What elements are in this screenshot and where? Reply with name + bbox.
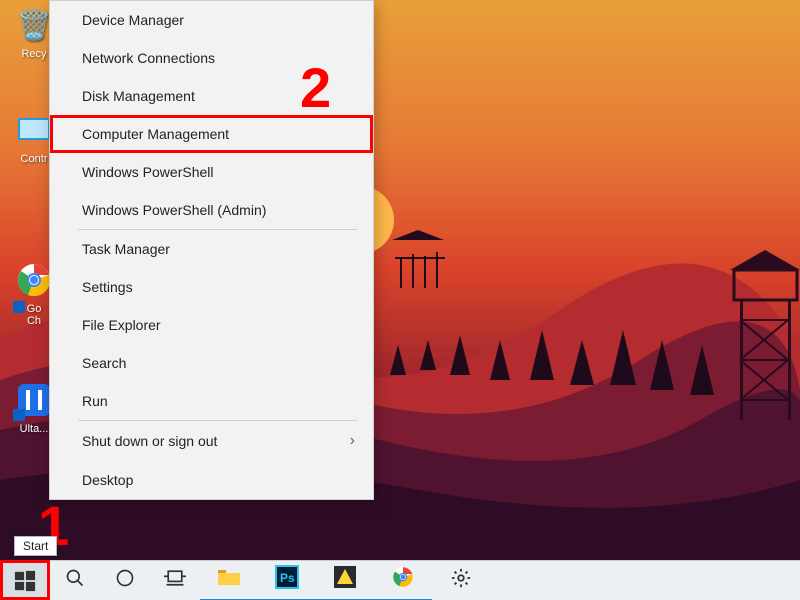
taskbar-sticky-notes[interactable] xyxy=(316,561,374,600)
taskbar-file-explorer[interactable] xyxy=(200,561,258,600)
start-button[interactable] xyxy=(0,561,50,600)
file-explorer-icon xyxy=(217,567,241,593)
menu-item-label: Computer Management xyxy=(82,126,229,142)
annotation-callout-2: 2 xyxy=(300,55,331,120)
menu-item-label: Shut down or sign out xyxy=(82,433,217,449)
menu-item-label: Run xyxy=(82,393,108,409)
menu-item-shutdown[interactable]: Shut down or sign out › xyxy=(50,421,373,461)
menu-item-file-explorer[interactable]: File Explorer xyxy=(50,306,373,344)
menu-item-device-manager[interactable]: Device Manager xyxy=(50,1,373,39)
chrome-icon xyxy=(392,566,414,594)
taskbar: Ps xyxy=(0,560,800,600)
chrome-icon xyxy=(14,260,54,300)
menu-item-settings[interactable]: Settings xyxy=(50,268,373,306)
menu-item-label: Task Manager xyxy=(82,241,170,257)
search-icon xyxy=(65,568,85,594)
menu-item-powershell-admin[interactable]: Windows PowerShell (Admin) xyxy=(50,191,373,229)
notes-icon xyxy=(334,566,356,594)
chevron-right-icon: › xyxy=(350,432,355,450)
menu-item-label: Disk Management xyxy=(82,88,195,104)
recycle-bin-icon: 🗑️ xyxy=(14,5,54,45)
menu-item-label: Network Connections xyxy=(82,50,215,66)
menu-item-label: File Explorer xyxy=(82,317,161,333)
menu-item-search[interactable]: Search xyxy=(50,344,373,382)
menu-item-powershell[interactable]: Windows PowerShell xyxy=(50,153,373,191)
menu-item-desktop[interactable]: Desktop xyxy=(50,461,373,499)
menu-item-label: Windows PowerShell (Admin) xyxy=(82,202,266,218)
taskbar-cortana-button[interactable] xyxy=(100,561,150,600)
menu-item-task-manager[interactable]: Task Manager xyxy=(50,230,373,268)
menu-item-label: Desktop xyxy=(82,472,133,488)
taskbar-chrome[interactable] xyxy=(374,561,432,600)
svg-text:Ps: Ps xyxy=(280,571,295,585)
menu-item-run[interactable]: Run xyxy=(50,382,373,420)
menu-item-label: Device Manager xyxy=(82,12,184,28)
start-tooltip: Start xyxy=(14,536,57,556)
cortana-icon xyxy=(115,568,135,594)
menu-item-label: Windows PowerShell xyxy=(82,164,214,180)
shortcut-arrow-icon xyxy=(13,409,25,421)
taskbar-search-button[interactable] xyxy=(50,561,100,600)
taskbar-photoshop[interactable]: Ps xyxy=(258,561,316,600)
taskbar-settings[interactable] xyxy=(432,561,490,600)
taskbar-taskview-button[interactable] xyxy=(150,561,200,600)
menu-item-label: Settings xyxy=(82,279,133,295)
menu-item-computer-management[interactable]: Computer Management xyxy=(50,115,373,153)
windows-logo-icon xyxy=(14,570,36,592)
shortcut-arrow-icon xyxy=(13,301,25,313)
control-panel-icon xyxy=(14,110,54,150)
desktop: 🗑️ Recy Contr Go Ch Ulta... Device Manag… xyxy=(0,0,800,600)
taskview-icon xyxy=(164,569,186,593)
gear-icon xyxy=(450,567,472,595)
photoshop-icon: Ps xyxy=(275,565,299,595)
menu-item-label: Search xyxy=(82,355,126,371)
